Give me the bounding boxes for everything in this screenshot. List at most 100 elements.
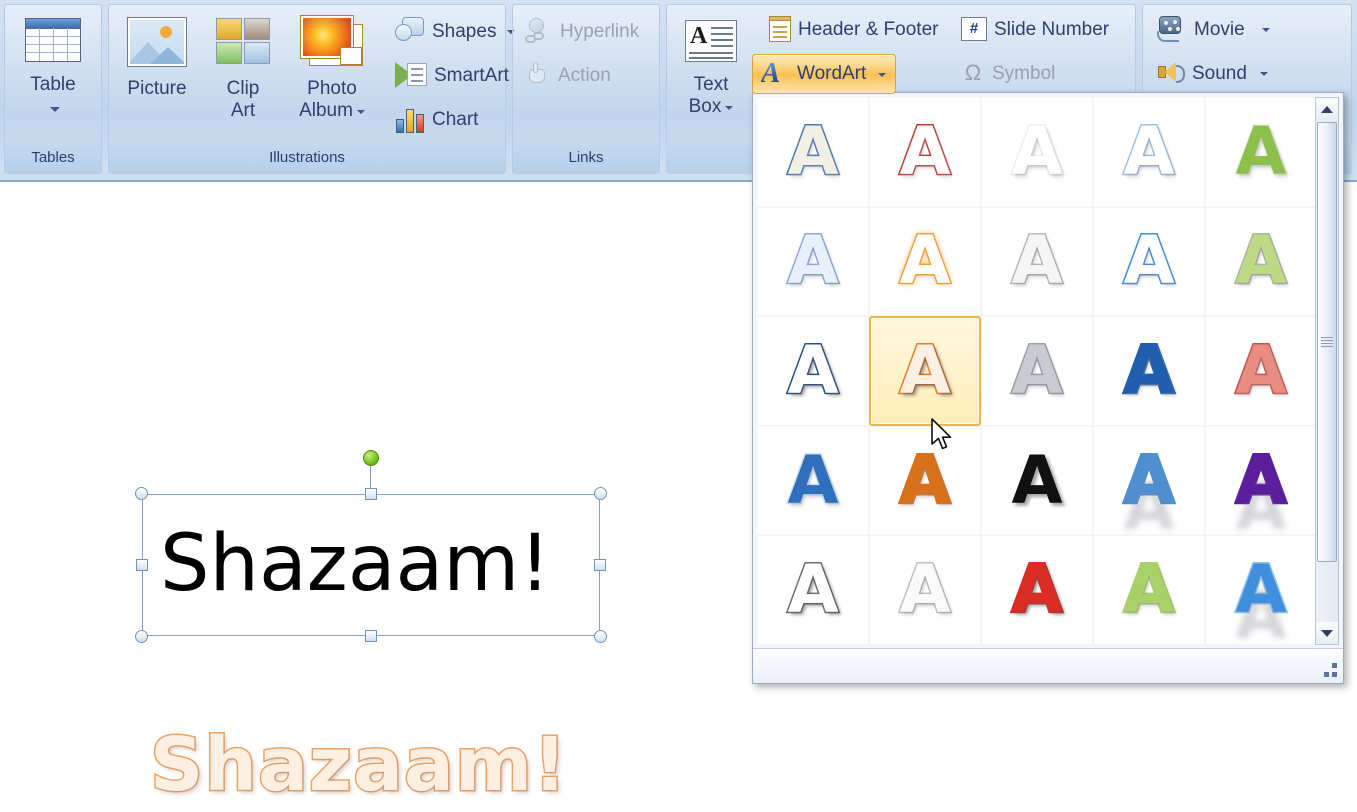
shapes-label: Shapes: [432, 20, 497, 42]
wordart-style-cell[interactable]: A: [981, 206, 1093, 317]
wordart-style-glyph: A: [898, 441, 952, 519]
text-box-label-line2: Box: [668, 96, 754, 118]
wordart-live-preview[interactable]: Shazaam!: [149, 721, 569, 810]
wordart-style-cell[interactable]: A: [981, 316, 1093, 426]
hyperlink-button[interactable]: Hyperlink: [520, 16, 644, 46]
resize-handle-top-center[interactable]: [365, 488, 377, 500]
wordart-style-grid[interactable]: AAAAAAAAAAAAAAAAAAAAAAAAA: [757, 97, 1317, 645]
chevron-down-icon[interactable]: [878, 73, 887, 77]
table-label: Table: [30, 74, 76, 95]
wordart-style-cell[interactable]: A: [981, 97, 1093, 207]
text-box-button[interactable]: A Text Box: [668, 10, 754, 118]
wordart-style-cell[interactable]: A: [1205, 425, 1317, 536]
text-box-content[interactable]: Shazaam!: [160, 508, 551, 620]
sound-button[interactable]: Sound: [1152, 58, 1273, 88]
wordart-style-glyph: A: [1122, 551, 1176, 629]
chevron-down-icon[interactable]: [1261, 28, 1270, 32]
photo-album-icon: [300, 15, 363, 66]
header-footer-button[interactable]: Header & Footer: [764, 14, 943, 44]
resize-handle-middle-left[interactable]: [136, 559, 148, 571]
resize-handle-middle-right[interactable]: [594, 559, 606, 571]
wordart-style-cell[interactable]: A: [869, 425, 981, 536]
photo-album-label-line2: Album: [284, 100, 380, 122]
symbol-button[interactable]: Ω Symbol: [956, 58, 1060, 88]
wordart-style-cell[interactable]: A: [1205, 97, 1317, 207]
wordart-style-cell[interactable]: A: [1205, 316, 1317, 426]
wordart-style-cell[interactable]: A: [757, 97, 869, 207]
clip-art-icon: [214, 18, 272, 66]
wordart-style-cell[interactable]: A: [1093, 206, 1205, 317]
action-label: Action: [558, 64, 611, 86]
scrollbar-up-button[interactable]: [1316, 98, 1338, 120]
wordart-style-cell[interactable]: A: [757, 425, 869, 536]
wordart-style-cell[interactable]: A: [757, 535, 869, 645]
resize-handle-top-left[interactable]: [135, 487, 148, 500]
shapes-button[interactable]: Shapes: [390, 16, 520, 46]
wordart-style-cell[interactable]: A: [869, 206, 981, 317]
movie-button[interactable]: Movie: [1152, 14, 1275, 44]
ribbon-group-links: Hyperlink Action Links: [512, 4, 660, 176]
gallery-footer: [753, 648, 1343, 683]
resize-handle-bottom-left[interactable]: [135, 630, 148, 643]
wordart-style-cell[interactable]: A: [869, 97, 981, 207]
wordart-gallery-dropdown[interactable]: AAAAAAAAAAAAAAAAAAAAAAAAA: [752, 92, 1344, 684]
action-button[interactable]: Action: [520, 60, 616, 90]
wordart-style-glyph: A: [1122, 222, 1176, 300]
clip-art-label-line2: Art: [230, 100, 256, 121]
photo-album-button[interactable]: Photo Album: [284, 10, 380, 122]
selected-text-box[interactable]: Shazaam!: [135, 450, 607, 643]
wordart-style-glyph: A: [1122, 331, 1176, 409]
scrollbar-down-button[interactable]: [1316, 622, 1338, 644]
gallery-scrollbar[interactable]: [1315, 97, 1339, 645]
group-label-illustrations: Illustrations: [108, 144, 506, 174]
wordart-style-glyph: A: [1234, 551, 1288, 629]
wordart-style-cell[interactable]: A: [1093, 425, 1205, 536]
text-box-icon: A: [685, 20, 737, 62]
wordart-style-cell[interactable]: A: [757, 316, 869, 426]
wordart-style-cell[interactable]: A: [757, 206, 869, 317]
resize-handle-top-right[interactable]: [594, 487, 607, 500]
wordart-style-glyph: A: [1010, 112, 1064, 190]
rotation-handle[interactable]: [363, 450, 379, 466]
wordart-style-cell[interactable]: A: [1093, 316, 1205, 426]
wordart-style-cell[interactable]: A: [1205, 535, 1317, 645]
chevron-down-icon[interactable]: [725, 105, 734, 110]
chart-icon: [395, 105, 425, 133]
wordart-label: WordArt: [797, 63, 867, 84]
picture-icon: [127, 17, 187, 67]
sound-label: Sound: [1192, 62, 1247, 84]
clip-art-button[interactable]: Clip Art: [200, 10, 286, 122]
resize-grip-icon[interactable]: [1321, 663, 1337, 677]
picture-button[interactable]: Picture: [114, 10, 200, 100]
resize-handle-bottom-center[interactable]: [365, 630, 377, 642]
wordart-style-cell[interactable]: A: [1093, 535, 1205, 645]
smartart-button[interactable]: SmartArt: [390, 60, 514, 90]
chevron-down-icon: [1321, 629, 1333, 637]
text-box-label-text: Box: [688, 96, 722, 117]
wordart-style-cell[interactable]: A: [869, 535, 981, 645]
slide-number-button[interactable]: # Slide Number: [956, 14, 1114, 44]
resize-handle-bottom-right[interactable]: [594, 630, 607, 643]
movie-label: Movie: [1194, 18, 1245, 40]
wordart-style-cell[interactable]: A: [1205, 206, 1317, 317]
action-hand-icon: [525, 62, 551, 88]
wordart-style-glyph: A: [898, 222, 952, 300]
chevron-down-icon[interactable]: [50, 107, 60, 113]
wordart-style-cell[interactable]: A: [1093, 97, 1205, 207]
wordart-style-glyph: A: [1010, 551, 1064, 629]
table-button[interactable]: Table: [10, 10, 96, 118]
chevron-down-icon[interactable]: [1259, 72, 1268, 76]
wordart-style-cell[interactable]: A: [981, 425, 1093, 536]
chevron-down-icon[interactable]: [356, 109, 365, 114]
wordart-style-glyph: A: [1010, 331, 1064, 409]
wordart-button[interactable]: A WordArt: [752, 54, 896, 94]
wordart-style-cell[interactable]: A: [869, 316, 981, 426]
wordart-style-cell[interactable]: A: [981, 535, 1093, 645]
chart-button[interactable]: Chart: [390, 104, 483, 134]
movie-icon: [1157, 16, 1187, 42]
group-label-tables: Tables: [4, 144, 102, 174]
photo-album-label-line1: Photo: [307, 78, 357, 99]
symbol-label: Symbol: [992, 62, 1056, 84]
scrollbar-thumb[interactable]: [1317, 122, 1337, 562]
wordart-style-glyph: A: [1122, 112, 1176, 190]
